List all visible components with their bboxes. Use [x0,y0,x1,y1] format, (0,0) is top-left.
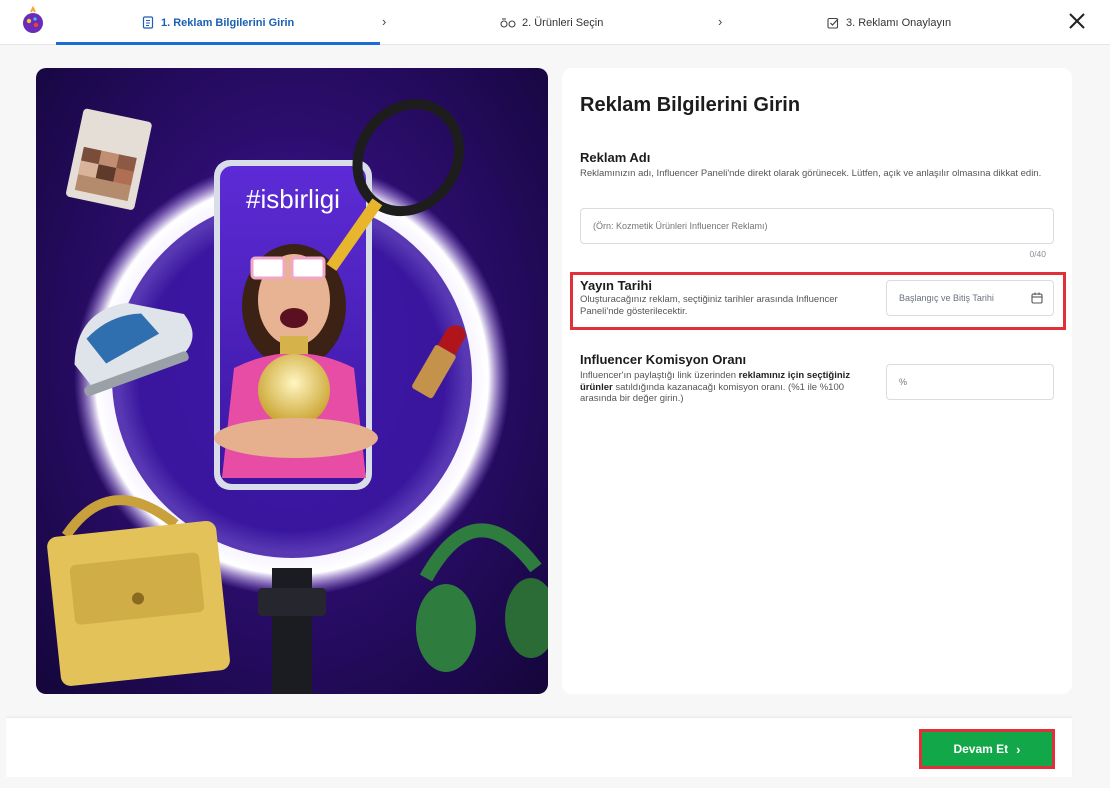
tab-ad-info[interactable]: 1. Reklam Bilgilerini Girin [141,0,294,45]
date-range-placeholder: Başlangıç ve Bitiş Tarihi [899,293,994,303]
ad-name-description: Reklamınızın adı, Influencer Paneli'nde … [580,168,1042,179]
commission-desc-text: satıldığında kazanacağı komisyon oranı. … [580,381,845,405]
hero-hashtag: #isbirligi [246,184,340,214]
close-icon[interactable] [1066,10,1088,32]
calendar-icon [1031,292,1043,304]
commission-title: Influencer Komisyon Oranı [580,352,747,367]
stepper-bar: 1. Reklam Bilgilerini Girin › 2. Ürünler… [0,0,1110,45]
hero-illustration: #isbirligi [47,99,548,694]
footer-bar [6,717,1072,777]
chevron-right-icon: › [1016,741,1021,757]
app-logo-icon [23,6,43,33]
publish-date-title: Yayın Tarihi [580,278,653,293]
chevron-right-icon: › [382,14,387,29]
tab-label: 2. Ürünleri Seçin [522,16,604,29]
commission-description: Influencer'ın paylaştığı link üzerinden … [580,370,878,405]
ad-name-input[interactable] [580,208,1054,244]
page-title: Reklam Bilgilerini Girin [580,94,801,116]
continue-button[interactable]: Devam Et › [919,729,1055,769]
ad-info-form: Reklam Bilgilerini Girin Reklam Adı Rekl… [562,68,1072,694]
tab-confirm-ad[interactable]: 3. Reklamı Onaylayın [826,0,951,45]
products-icon [500,16,516,30]
chevron-right-icon: › [718,14,723,29]
tab-label: 3. Reklamı Onaylayın [846,16,952,29]
commission-desc-text: Influencer'ın paylaştığı link üzerinden [580,370,739,381]
ad-name-title: Reklam Adı [580,150,651,165]
publish-date-description: Oluşturacağınız reklam, seçtiğiniz tarih… [580,294,838,317]
document-icon [141,16,155,30]
tab-select-products[interactable]: 2. Ürünleri Seçin [500,0,603,45]
checkbox-icon [826,16,840,30]
hero-image: #isbirligi [36,68,548,694]
date-range-picker[interactable]: Başlangıç ve Bitiş Tarihi [886,280,1054,316]
active-step-indicator [56,42,380,45]
ad-name-char-counter: 0/40 [1029,249,1046,259]
continue-label: Devam Et [953,742,1009,756]
tab-label: 1. Reklam Bilgilerini Girin [161,16,295,29]
commission-rate-input[interactable] [886,364,1054,400]
